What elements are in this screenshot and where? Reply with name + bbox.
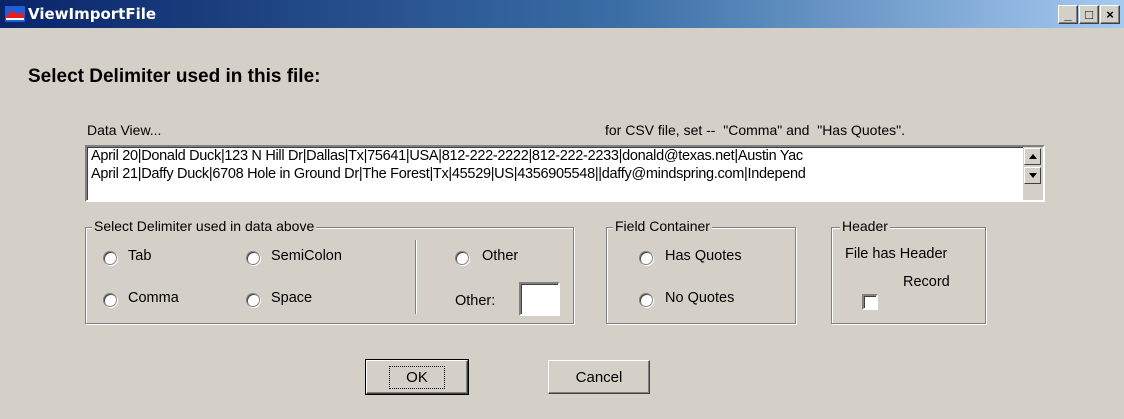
page-heading: Select Delimiter used in this file:: [28, 66, 321, 87]
vertical-scrollbar[interactable]: [1023, 147, 1043, 200]
app-icon: [5, 6, 25, 22]
cancel-button-label: Cancel: [575, 368, 623, 386]
delimiter-group: Select Delimiter used in data above: [85, 218, 574, 324]
data-line-partial: [91, 184, 95, 200]
group-separator: [415, 240, 417, 314]
radio-tab-label: Tab: [128, 248, 152, 264]
other-delimiter-input[interactable]: [519, 282, 560, 316]
header-record-checkbox[interactable]: [862, 294, 878, 310]
data-view-label: Data View...: [87, 122, 162, 138]
title-bar: ViewImportFile _ □ ×: [0, 0, 1124, 28]
radio-has-quotes[interactable]: [639, 251, 653, 265]
scroll-up-button[interactable]: [1024, 148, 1041, 165]
close-button[interactable]: ×: [1100, 5, 1120, 24]
ok-button[interactable]: OK: [365, 359, 469, 395]
close-icon: ×: [1106, 7, 1114, 22]
header-group-label: Header: [840, 218, 890, 234]
window-title: ViewImportFile: [28, 5, 157, 23]
radio-tab[interactable]: [103, 251, 117, 265]
other-input-label: Other:: [455, 293, 496, 309]
arrow-up-icon: [1028, 154, 1037, 159]
data-line: April 21|Daffy Duck|6708 Hole in Ground …: [91, 166, 806, 182]
radio-comma-label: Comma: [128, 290, 179, 306]
data-line: April 20|Donald Duck|123 N Hill Dr|Dalla…: [91, 148, 803, 164]
radio-semicolon-label: SemiColon: [271, 248, 342, 264]
cancel-button[interactable]: Cancel: [548, 360, 650, 394]
radio-no-quotes[interactable]: [639, 293, 653, 307]
csv-hint-label: for CSV file, set -- "Comma" and "Has Qu…: [605, 122, 905, 138]
radio-comma[interactable]: [103, 293, 117, 307]
minimize-button[interactable]: _: [1058, 5, 1078, 24]
arrow-down-icon: [1028, 173, 1037, 178]
delimiter-group-label: Select Delimiter used in data above: [92, 218, 317, 234]
field-container-group: Field Container: [606, 218, 796, 324]
radio-space[interactable]: [246, 293, 260, 307]
scroll-down-button[interactable]: [1024, 167, 1041, 184]
field-container-label: Field Container: [613, 218, 712, 234]
maximize-button[interactable]: □: [1079, 5, 1099, 24]
radio-no-quotes-label: No Quotes: [665, 290, 735, 306]
header-text-line1: File has Header: [845, 246, 948, 262]
radio-semicolon[interactable]: [246, 251, 260, 265]
header-text-line2: Record: [903, 274, 950, 290]
radio-space-label: Space: [271, 290, 313, 306]
radio-has-quotes-label: Has Quotes: [665, 248, 742, 264]
radio-other[interactable]: [455, 251, 469, 265]
minimize-icon: _: [1064, 7, 1072, 22]
maximize-icon: □: [1085, 7, 1093, 22]
ok-button-label: OK: [389, 365, 445, 389]
radio-other-label: Other: [482, 248, 519, 264]
data-view-listbox[interactable]: April 20|Donald Duck|123 N Hill Dr|Dalla…: [85, 145, 1045, 202]
